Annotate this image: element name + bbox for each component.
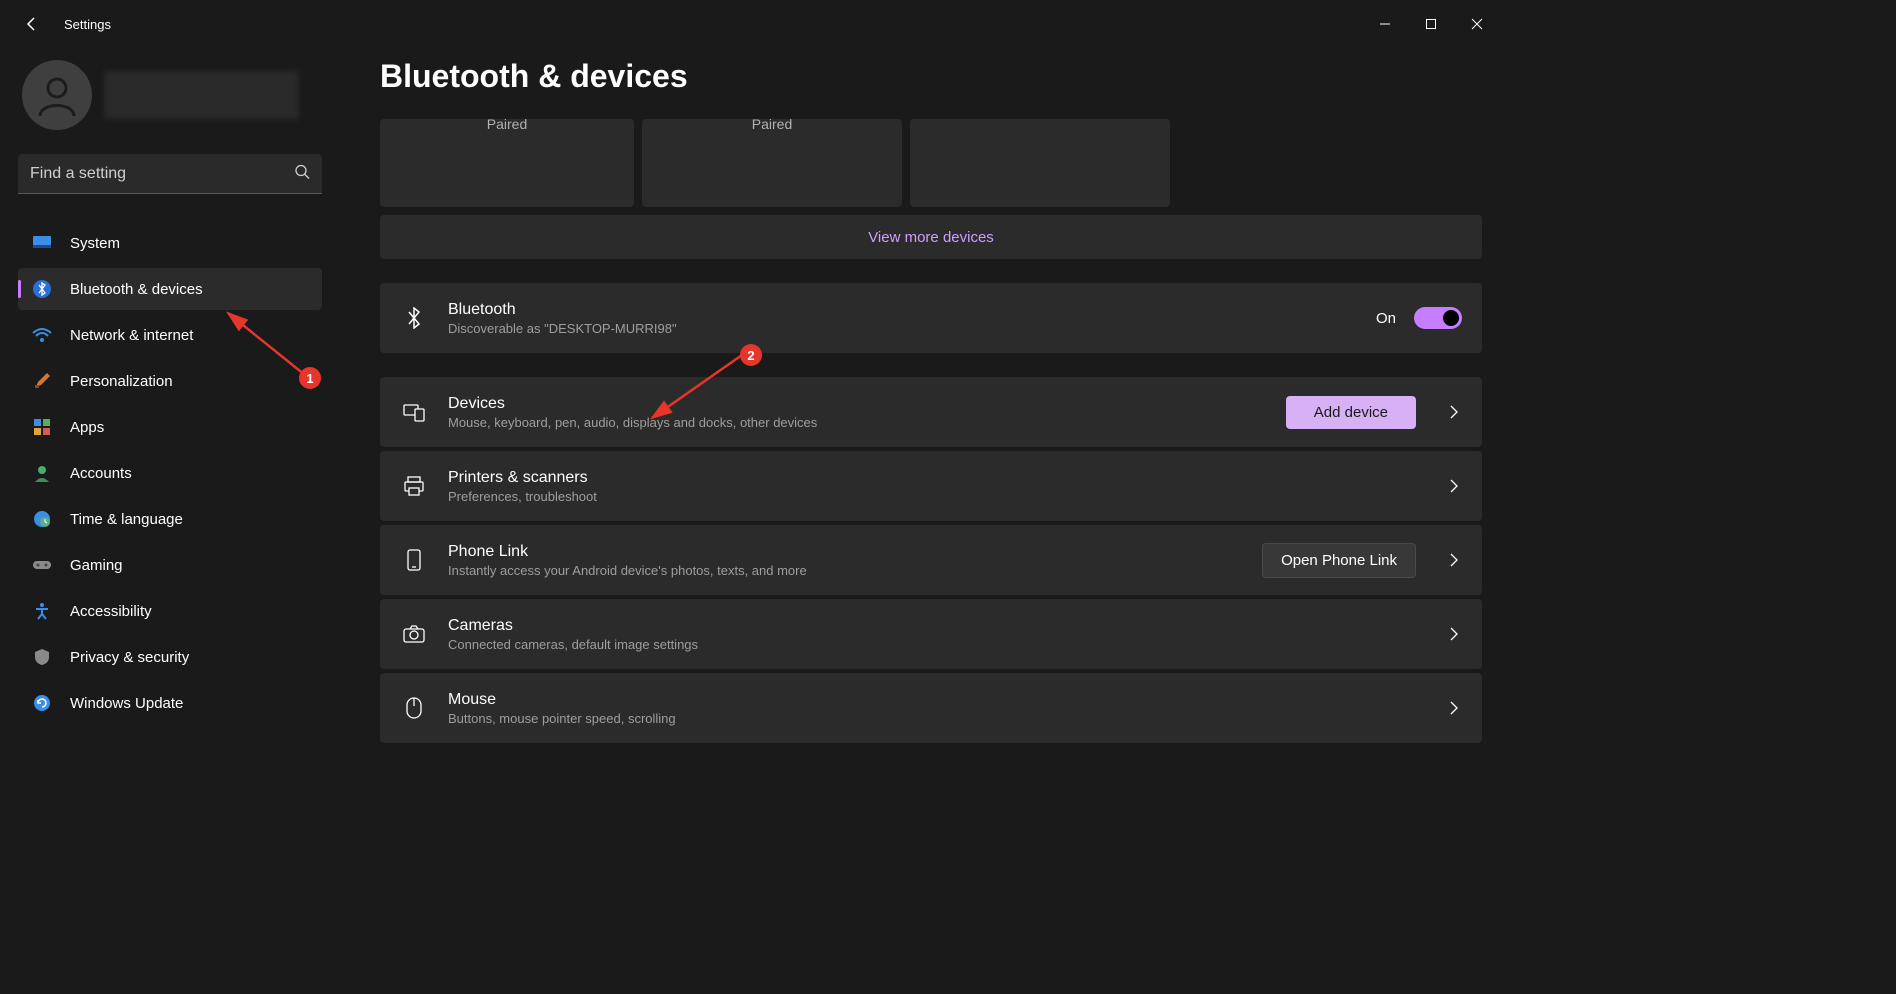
row-printers[interactable]: Printers & scanners Preferences, trouble… — [380, 451, 1482, 521]
chevron-right-icon — [1446, 701, 1462, 715]
add-device-button[interactable]: Add device — [1286, 396, 1416, 429]
search-icon — [294, 164, 310, 185]
row-subtitle: Instantly access your Android device's p… — [448, 563, 1262, 578]
chevron-right-icon — [1446, 405, 1462, 419]
row-subtitle: Buttons, mouse pointer speed, scrolling — [448, 711, 1434, 726]
minimize-button[interactable] — [1362, 4, 1408, 44]
nav-personalization[interactable]: Personalization — [18, 360, 322, 402]
wifi-icon — [32, 325, 52, 345]
nav-system[interactable]: System — [18, 222, 322, 264]
device-card[interactable]: Paired — [380, 119, 634, 207]
nav-label: Accounts — [70, 465, 132, 482]
nav-time-language[interactable]: Time & language — [18, 498, 322, 540]
clock-globe-icon — [32, 509, 52, 529]
nav-privacy-security[interactable]: Privacy & security — [18, 636, 322, 678]
row-mouse[interactable]: Mouse Buttons, mouse pointer speed, scro… — [380, 673, 1482, 743]
back-button[interactable] — [12, 4, 52, 44]
avatar — [22, 60, 92, 130]
update-icon — [32, 693, 52, 713]
nav-apps[interactable]: Apps — [18, 406, 322, 448]
nav-label: Windows Update — [70, 695, 183, 712]
minimize-icon — [1379, 18, 1391, 30]
close-icon — [1471, 18, 1483, 30]
nav-label: Gaming — [70, 557, 123, 574]
page-title: Bluetooth & devices — [380, 58, 1482, 95]
chevron-right-icon — [1446, 627, 1462, 641]
row-cameras[interactable]: Cameras Connected cameras, default image… — [380, 599, 1482, 669]
gamepad-icon — [32, 555, 52, 575]
paired-label: Paired — [752, 119, 792, 132]
nav-network[interactable]: Network & internet — [18, 314, 322, 356]
nav-label: Privacy & security — [70, 649, 189, 666]
chevron-right-icon — [1446, 553, 1462, 567]
nav-label: Bluetooth & devices — [70, 281, 203, 298]
accessibility-icon — [32, 601, 52, 621]
arrow-left-icon — [24, 16, 40, 32]
accounts-icon — [32, 463, 52, 483]
view-more-devices[interactable]: View more devices — [380, 215, 1482, 259]
main-content: Bluetooth & devices Paired Paired View m… — [340, 48, 1512, 793]
apps-icon — [32, 417, 52, 437]
row-subtitle: Preferences, troubleshoot — [448, 489, 1434, 504]
app-title: Settings — [64, 17, 111, 32]
row-title: Devices — [448, 395, 1286, 413]
row-title: Mouse — [448, 691, 1434, 709]
titlebar: Settings — [0, 0, 1512, 48]
printer-icon — [400, 476, 428, 496]
mouse-icon — [400, 697, 428, 719]
row-subtitle: Mouse, keyboard, pen, audio, displays an… — [448, 415, 1286, 430]
nav-accessibility[interactable]: Accessibility — [18, 590, 322, 632]
device-card[interactable]: Paired — [642, 119, 902, 207]
paired-label: Paired — [487, 119, 527, 132]
nav-gaming[interactable]: Gaming — [18, 544, 322, 586]
system-icon — [32, 233, 52, 253]
bluetooth-toggle[interactable] — [1414, 307, 1462, 329]
nav-label: System — [70, 235, 120, 252]
row-subtitle: Connected cameras, default image setting… — [448, 637, 1434, 652]
nav-bluetooth-devices[interactable]: Bluetooth & devices — [18, 268, 322, 310]
window-controls — [1362, 4, 1500, 44]
person-icon — [34, 72, 80, 118]
chevron-right-icon — [1446, 479, 1462, 493]
device-card[interactable] — [910, 119, 1170, 207]
devices-row-icon — [400, 402, 428, 422]
shield-icon — [32, 647, 52, 667]
nav-list: System Bluetooth & devices Network & int… — [18, 222, 322, 724]
nav-label: Personalization — [70, 373, 173, 390]
device-cards: Paired Paired — [380, 119, 1482, 207]
camera-icon — [400, 625, 428, 643]
nav-label: Time & language — [70, 511, 183, 528]
account-header[interactable] — [22, 60, 322, 130]
nav-accounts[interactable]: Accounts — [18, 452, 322, 494]
toggle-label: On — [1376, 310, 1396, 327]
row-devices[interactable]: Devices Mouse, keyboard, pen, audio, dis… — [380, 377, 1482, 447]
row-title: Phone Link — [448, 543, 1262, 561]
view-more-label: View more devices — [868, 229, 994, 246]
phone-icon — [400, 549, 428, 571]
bluetooth-icon — [32, 279, 52, 299]
bluetooth-row-icon — [400, 307, 428, 329]
brush-icon — [32, 371, 52, 391]
close-button[interactable] — [1454, 4, 1500, 44]
nav-label: Accessibility — [70, 603, 152, 620]
row-subtitle: Discoverable as "DESKTOP-MURRI98" — [448, 321, 1376, 336]
row-title: Bluetooth — [448, 301, 1376, 319]
maximize-icon — [1425, 18, 1437, 30]
nav-windows-update[interactable]: Windows Update — [18, 682, 322, 724]
nav-label: Network & internet — [70, 327, 193, 344]
search-box[interactable] — [18, 154, 322, 194]
nav-label: Apps — [70, 419, 104, 436]
row-title: Cameras — [448, 617, 1434, 635]
open-phone-link-button[interactable]: Open Phone Link — [1262, 543, 1416, 578]
row-phone-link[interactable]: Phone Link Instantly access your Android… — [380, 525, 1482, 595]
row-title: Printers & scanners — [448, 469, 1434, 487]
maximize-button[interactable] — [1408, 4, 1454, 44]
row-bluetooth[interactable]: Bluetooth Discoverable as "DESKTOP-MURRI… — [380, 283, 1482, 353]
search-input[interactable] — [18, 154, 322, 194]
account-name-blurred — [104, 71, 299, 119]
sidebar: System Bluetooth & devices Network & int… — [0, 48, 340, 793]
